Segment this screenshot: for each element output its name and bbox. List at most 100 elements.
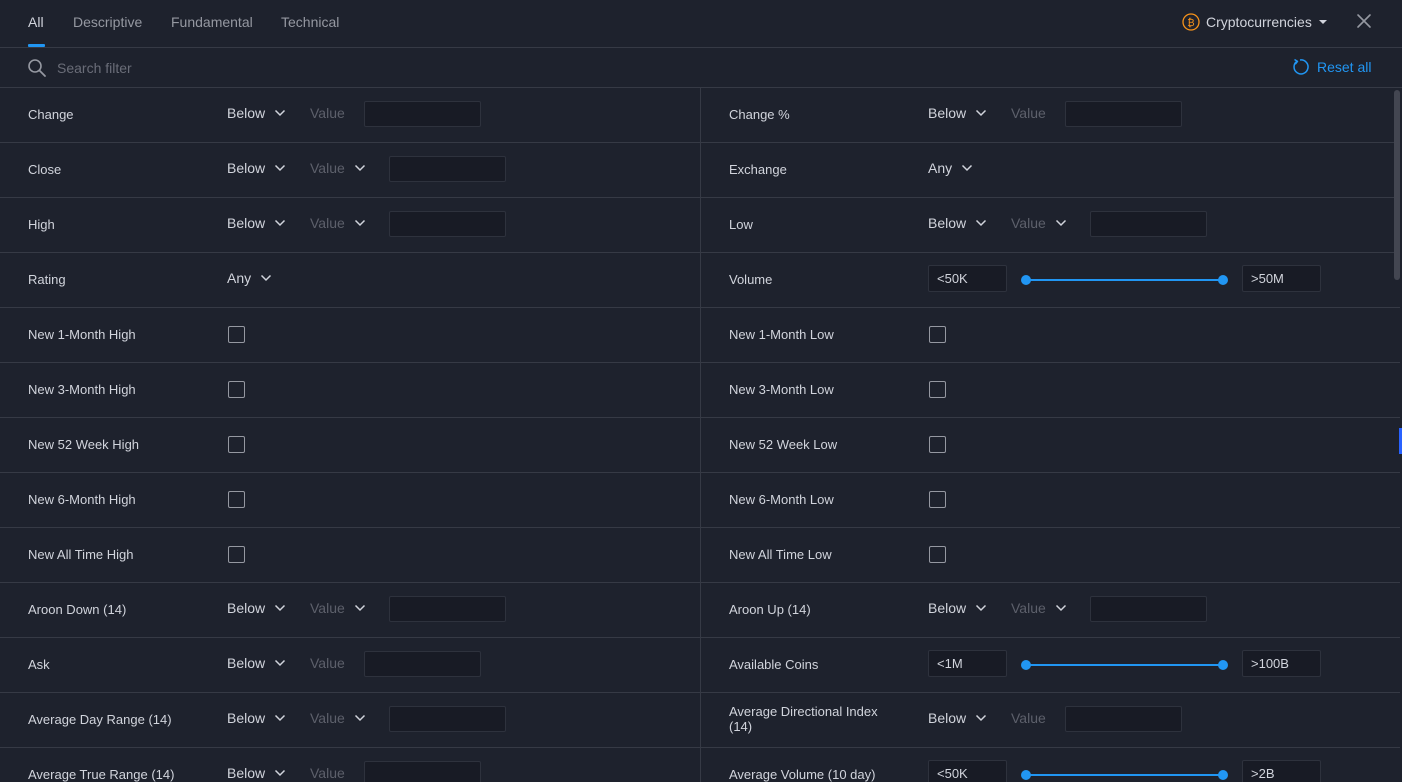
value-selector[interactable]: Value [310,710,366,726]
range-min-input[interactable]: <50K [928,760,1007,782]
search-bar: Reset all [0,48,1402,88]
operator-label: Below [227,710,266,726]
value-placeholder: Value [310,600,345,616]
operator-dropdown[interactable]: Below [227,105,286,121]
range-max-input[interactable]: >50M [1242,265,1321,292]
range-slider-min-handle[interactable] [1021,275,1031,285]
operator-dropdown[interactable]: Below [227,710,286,726]
filter-checkbox[interactable] [228,491,245,508]
value-input[interactable] [1090,211,1207,237]
tab-fundamental[interactable]: Fundamental [171,14,253,30]
range-min-input[interactable]: <1M [928,650,1007,677]
filter-row: New 6-Month High New 6-Month Low [0,473,1400,528]
operator-dropdown[interactable]: Below [928,215,987,231]
value-selector[interactable]: Value [310,160,366,176]
filter-label: Exchange [729,162,787,177]
operator-dropdown[interactable]: Below [227,600,286,616]
operator-dropdown[interactable]: Any [227,270,272,286]
filter-checkbox[interactable] [228,381,245,398]
filter-checkbox[interactable] [228,436,245,453]
value-input[interactable] [364,651,481,677]
range-slider-track[interactable] [1026,774,1223,776]
value-input[interactable] [389,706,506,732]
value-input[interactable] [389,156,506,182]
chevron-down-icon [275,604,286,612]
range-slider-min-handle[interactable] [1021,770,1031,780]
value-input[interactable] [389,211,506,237]
operator-label: Below [227,105,266,121]
filter-checkbox[interactable] [929,326,946,343]
operator-dropdown[interactable]: Below [928,710,987,726]
filter-label: Change [28,107,74,122]
range-max-input[interactable]: >100B [1242,650,1321,677]
value-placeholder: Value [310,105,345,121]
filter-checkbox[interactable] [228,326,245,343]
operator-dropdown[interactable]: Below [227,655,286,671]
filter-label: New 3-Month High [28,382,136,397]
reset-all-button[interactable]: Reset all [1291,58,1371,76]
filter-grid: Change Below Value Change % Below Value Close B… [0,88,1400,782]
filter-label: Rating [28,272,66,287]
filter-cell: Average True Range (14) Below Value [0,748,700,782]
value-input[interactable] [389,596,506,622]
operator-label: Any [227,270,252,286]
chevron-down-icon [976,714,987,722]
close-icon[interactable] [1356,13,1372,29]
range-min-input[interactable]: <50K [928,265,1007,292]
operator-dropdown[interactable]: Below [928,600,987,616]
value-input[interactable] [1065,101,1182,127]
operator-label: Below [928,215,967,231]
filter-checkbox[interactable] [929,381,946,398]
range-slider-track[interactable] [1026,279,1223,281]
filter-cell: Exchange Any [701,143,1400,198]
filter-cell: New All Time High [0,528,700,583]
filter-checkbox[interactable] [228,546,245,563]
value-placeholder: Value [310,160,345,176]
operator-dropdown[interactable]: Any [928,160,973,176]
filter-checkbox[interactable] [929,436,946,453]
filter-checkbox[interactable] [929,546,946,563]
filter-cell: New 3-Month High [0,363,700,418]
operator-dropdown[interactable]: Below [227,765,286,781]
filter-checkbox[interactable] [929,491,946,508]
operator-label: Below [227,600,266,616]
range-slider-max-handle[interactable] [1218,275,1228,285]
filter-row: New 52 Week High New 52 Week Low [0,418,1400,473]
scrollbar-thumb[interactable] [1394,90,1400,280]
filter-label: New All Time Low [729,547,832,562]
operator-dropdown[interactable]: Below [928,105,987,121]
range-slider-track[interactable] [1026,664,1223,666]
range-slider-max-handle[interactable] [1218,660,1228,670]
operator-label: Below [928,600,967,616]
value-input[interactable] [364,761,481,782]
filter-label: Low [729,217,753,232]
value-input[interactable] [364,101,481,127]
chevron-down-icon [354,604,365,612]
chevron-down-icon [1055,219,1066,227]
value-selector[interactable]: Value [1011,600,1067,616]
filter-cell: Change % Below Value [701,88,1400,143]
market-selector[interactable]: ₿ Cryptocurrencies [1182,13,1328,31]
range-max-input[interactable]: >2B [1242,760,1321,782]
value-selector[interactable]: Value [310,600,366,616]
operator-dropdown[interactable]: Below [227,160,286,176]
value-input[interactable] [1065,706,1182,732]
value-input[interactable] [1090,596,1207,622]
value-selector[interactable]: Value [1011,215,1067,231]
filter-label: Close [28,162,62,177]
tab-all[interactable]: All [28,14,44,30]
search-input[interactable] [57,58,557,78]
tab-technical[interactable]: Technical [281,14,339,30]
filter-cell: New All Time Low [701,528,1400,583]
value-selector: Value [1011,105,1046,121]
reset-all-label: Reset all [1317,59,1372,75]
operator-dropdown[interactable]: Below [227,215,286,231]
tab-descriptive[interactable]: Descriptive [73,14,142,30]
filter-cell: Average Volume (10 day) <50K >2B [701,748,1400,782]
filter-label: New 6-Month Low [729,492,834,507]
value-selector[interactable]: Value [310,215,366,231]
filter-label: New 52 Week Low [729,437,838,452]
filter-label: Volume [729,272,773,287]
range-slider-min-handle[interactable] [1021,660,1031,670]
range-slider-max-handle[interactable] [1218,770,1228,780]
